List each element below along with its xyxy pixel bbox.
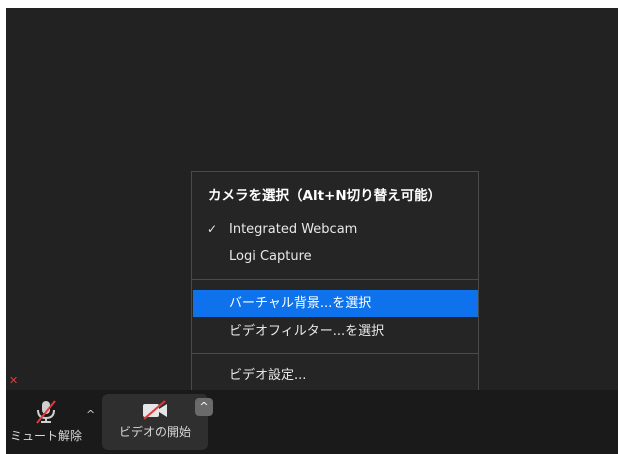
menu-item-label: ビデオフィルター...を選択 — [229, 324, 385, 339]
audio-options-caret[interactable]: ^ — [86, 408, 95, 421]
check-icon: ✓ — [207, 222, 218, 236]
camera-option-logi-capture[interactable]: Logi Capture — [193, 243, 478, 270]
unmute-button[interactable]: ミュート解除 — [8, 400, 84, 444]
camera-option-integrated-webcam[interactable]: ✓ Integrated Webcam — [193, 216, 478, 243]
meeting-toolbar: ミュート解除 ^ ビデオの開始 ^ — [6, 390, 618, 454]
start-video-label: ビデオの開始 — [118, 425, 191, 439]
camera-option-label: Integrated Webcam — [229, 222, 358, 237]
muted-microphone-icon — [36, 400, 56, 424]
video-options-caret[interactable]: ^ — [195, 398, 213, 416]
menu-divider — [192, 353, 478, 354]
unmute-label: ミュート解除 — [9, 429, 82, 443]
camera-option-label: Logi Capture — [229, 249, 312, 264]
video-stage: ✕ カメラを選択（Alt+N切り替え可能） ✓ Integrated Webca… — [6, 8, 618, 454]
menu-title: カメラを選択（Alt+N切り替え可能） — [208, 188, 442, 204]
recording-indicator-icon: ✕ — [9, 374, 19, 387]
virtual-background-option[interactable]: バーチャル背景...を選択 — [193, 290, 478, 317]
menu-item-label: ビデオ設定... — [229, 368, 307, 383]
camera-select-menu: カメラを選択（Alt+N切り替え可能） ✓ Integrated Webcam … — [191, 171, 479, 392]
video-settings-option[interactable]: ビデオ設定... — [193, 362, 478, 389]
start-video-button[interactable]: ビデオの開始 — [102, 394, 208, 450]
video-filter-option[interactable]: ビデオフィルター...を選択 — [193, 318, 478, 345]
video-off-icon — [143, 400, 167, 420]
menu-divider — [192, 279, 478, 280]
menu-item-label: バーチャル背景...を選択 — [229, 296, 372, 311]
